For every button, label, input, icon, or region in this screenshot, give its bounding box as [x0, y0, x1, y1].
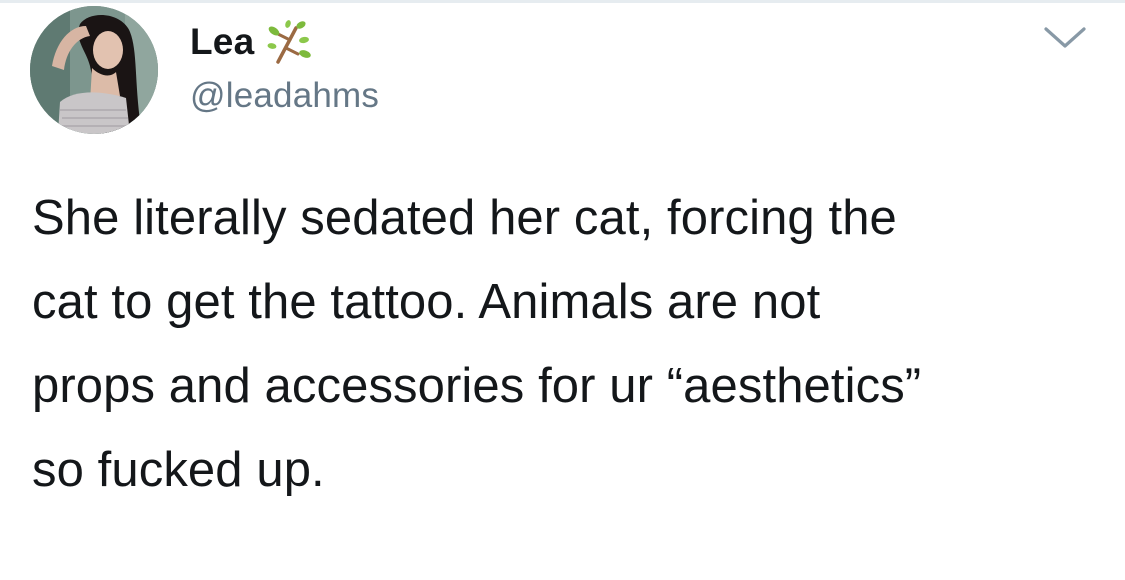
avatar[interactable]	[30, 6, 158, 134]
chevron-down-icon[interactable]	[1042, 24, 1088, 52]
user-handle[interactable]: @leadahms	[190, 76, 379, 116]
herb-icon	[267, 20, 312, 64]
tweet-text: She literally sedated her cat, forcing t…	[32, 191, 922, 497]
avatar-image	[30, 6, 158, 134]
display-name-row: Lea	[190, 14, 312, 70]
tweet-card: Lea @leadahms She literally sedated her …	[0, 0, 1125, 580]
display-name[interactable]: Lea	[190, 21, 254, 63]
